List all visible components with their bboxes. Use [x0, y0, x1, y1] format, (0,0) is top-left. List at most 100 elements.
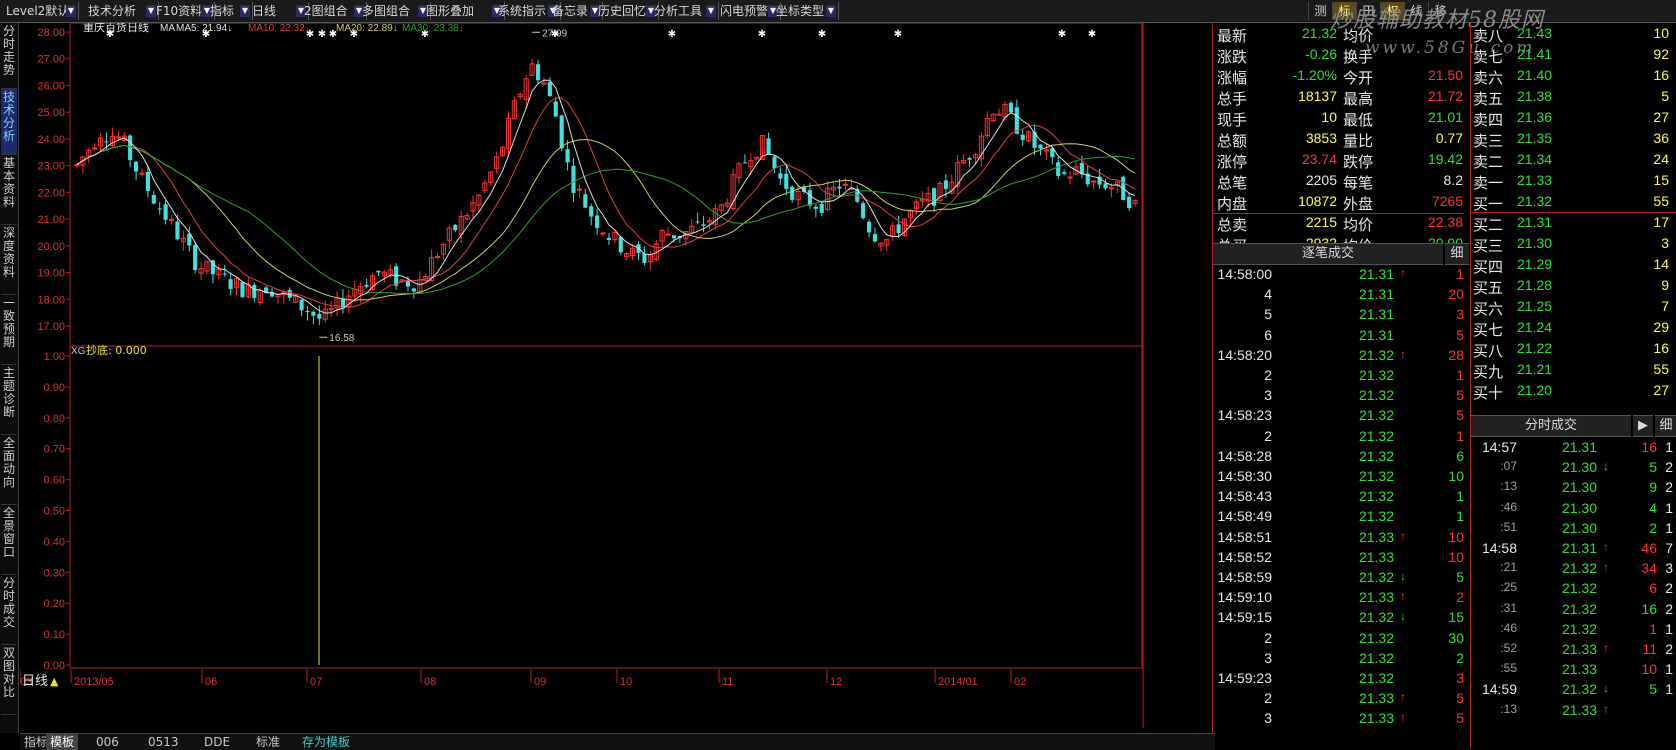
- x-tick-label: 06: [205, 676, 217, 688]
- toolbar-item-10[interactable]: 历史回忆: [598, 2, 646, 20]
- toolbar-item-12[interactable]: 闪电预警: [720, 2, 768, 20]
- minute-time: :51: [1500, 519, 1517, 534]
- quote-label-2: 跌停: [1343, 153, 1374, 171]
- quote-row: 最新 21.32 均价: [1217, 25, 1463, 46]
- side-tab-2[interactable]: 基本资料: [1, 155, 17, 225]
- play-icon[interactable]: ▶: [1633, 415, 1653, 437]
- candle-body: [896, 224, 901, 233]
- side-tab-8[interactable]: 分时成交: [1, 575, 17, 645]
- quote-label-2: 最低: [1343, 111, 1374, 129]
- trade-price: 21.33: [1358, 690, 1394, 707]
- candle-body: [618, 237, 623, 253]
- trade-detail-button[interactable]: 细: [1445, 243, 1469, 265]
- toolbar-item-5[interactable]: 2图组合: [304, 2, 348, 20]
- trade-price: 21.31: [1358, 306, 1394, 323]
- x-tick-label: 10: [620, 676, 632, 688]
- x-tick-label: 07: [310, 676, 322, 688]
- book-row: 卖六 21.40 16: [1473, 67, 1673, 88]
- minute-count: 1: [1665, 620, 1673, 637]
- minute-count: 2: [1665, 459, 1673, 476]
- trade-price: 21.31: [1358, 266, 1394, 282]
- toolbar-item-13[interactable]: 坐标类型: [776, 2, 824, 20]
- book-row: 买四 21.29 14: [1473, 256, 1673, 277]
- book-volume: 17: [1653, 214, 1669, 230]
- trade-time: 2: [1264, 690, 1272, 707]
- side-tab-9[interactable]: 双图对比: [1, 645, 17, 715]
- toolbar-item-1[interactable]: 技术分析: [88, 2, 136, 20]
- indicator-tick-label: 0.80: [44, 413, 65, 425]
- bottom-tab-1[interactable]: 模板: [46, 734, 79, 750]
- book-volume: 15: [1653, 172, 1669, 188]
- toolbar-item-4[interactable]: 日线: [252, 2, 276, 20]
- side-tab-6[interactable]: 全面动向: [1, 435, 17, 505]
- dropdown-arrow-icon[interactable]: ▼: [146, 5, 156, 17]
- bottom-tab-5[interactable]: 标准: [252, 734, 284, 750]
- quote-value: 2205: [1305, 172, 1337, 188]
- candle-body: [819, 204, 824, 213]
- book-volume: 55: [1653, 361, 1669, 377]
- candle-body: [866, 221, 872, 233]
- book-level: 买七: [1473, 321, 1504, 339]
- candle-body: [287, 289, 292, 298]
- side-tab-7[interactable]: 全景窗口: [1, 505, 17, 575]
- dropdown-arrow-icon[interactable]: ▼: [706, 5, 716, 17]
- quote-value-2: 21.72: [1427, 88, 1463, 104]
- arrow-up-icon: ↑: [1400, 266, 1406, 280]
- book-price: 21.33: [1517, 172, 1553, 188]
- toolbar-item-8[interactable]: 系统指示: [498, 2, 546, 20]
- bottom-tab-2[interactable]: 006: [92, 734, 123, 750]
- bottom-tab-4[interactable]: DDE: [200, 734, 234, 750]
- book-volume: 36: [1653, 130, 1669, 146]
- trade-time: 6: [1264, 326, 1272, 343]
- toolbar-item-11[interactable]: 分析工具: [654, 2, 702, 20]
- side-tab-4[interactable]: 一致预期: [1, 295, 17, 365]
- trade-price: 21.32: [1358, 670, 1394, 686]
- signal-star-icon: ✱: [758, 29, 766, 40]
- minute-volume: 16: [1641, 600, 1657, 617]
- toolbar-item-0[interactable]: Level2默认: [6, 2, 69, 20]
- minute-price: 21.30: [1561, 519, 1597, 536]
- side-tab-0[interactable]: 分时走势: [1, 23, 17, 89]
- book-volume: 27: [1653, 382, 1669, 398]
- candle-body: [784, 173, 789, 189]
- toolbar-item-6[interactable]: 多图组合: [362, 2, 410, 20]
- minute-trade-row: :21 21.32 ↑ 34 3: [1471, 560, 1676, 580]
- dropdown-arrow-icon[interactable]: ▼: [240, 5, 250, 17]
- candle-body: [1056, 162, 1061, 176]
- quote-label: 内盘: [1217, 195, 1248, 213]
- book-price: 21.24: [1517, 319, 1553, 335]
- minute-trade-row: :46 21.30 4 1: [1471, 500, 1676, 520]
- candle-body: [376, 270, 381, 273]
- trade-time: 14:59:10: [1217, 589, 1273, 606]
- side-tab-3[interactable]: 深度资料: [1, 225, 17, 295]
- toolbar-separator: [718, 2, 719, 20]
- trade-price: 21.32: [1358, 649, 1394, 666]
- bottom-tab-6[interactable]: 存为模板: [298, 734, 354, 750]
- toolbar-item-3[interactable]: 指标: [210, 2, 234, 20]
- dropdown-arrow-icon[interactable]: ▼: [826, 5, 836, 17]
- minute-count: 1: [1665, 439, 1673, 455]
- trade-time: 14:58:52: [1217, 548, 1273, 565]
- minute-detail-button[interactable]: 细: [1655, 415, 1676, 437]
- toolbar-item-9[interactable]: 备忘录: [552, 2, 588, 20]
- bottom-tab-3[interactable]: 0513: [144, 734, 183, 750]
- minute-count: 2: [1665, 580, 1673, 597]
- toolbar-item-7[interactable]: 图形叠加: [426, 2, 474, 20]
- ma-legend: MA30: 23.38↓: [402, 23, 464, 34]
- arrow-down-icon: ↓: [1603, 681, 1609, 696]
- ma-legend: MA5: 21.94↓: [176, 23, 232, 34]
- candle-body: [872, 234, 878, 242]
- dropdown-arrow-icon[interactable]: ▼: [66, 5, 76, 17]
- price-tick-label: 19.00: [37, 268, 65, 280]
- indicator-value: 抄底: 0.000: [86, 343, 147, 357]
- indicator-tick-label: 0.50: [44, 506, 65, 518]
- trade-time: 14:58:00: [1217, 266, 1273, 282]
- side-tab-1[interactable]: 技术分析: [1, 89, 17, 155]
- trade-price: 21.31: [1358, 286, 1394, 303]
- candle-body: [1038, 144, 1043, 149]
- candle-body: [589, 206, 594, 217]
- side-tab-5[interactable]: 主题诊断: [1, 365, 17, 435]
- toolbar-item-2[interactable]: F10资料: [156, 2, 202, 20]
- minute-volume: 16: [1641, 439, 1657, 455]
- toolbar-tab-0[interactable]: 测: [1308, 2, 1332, 20]
